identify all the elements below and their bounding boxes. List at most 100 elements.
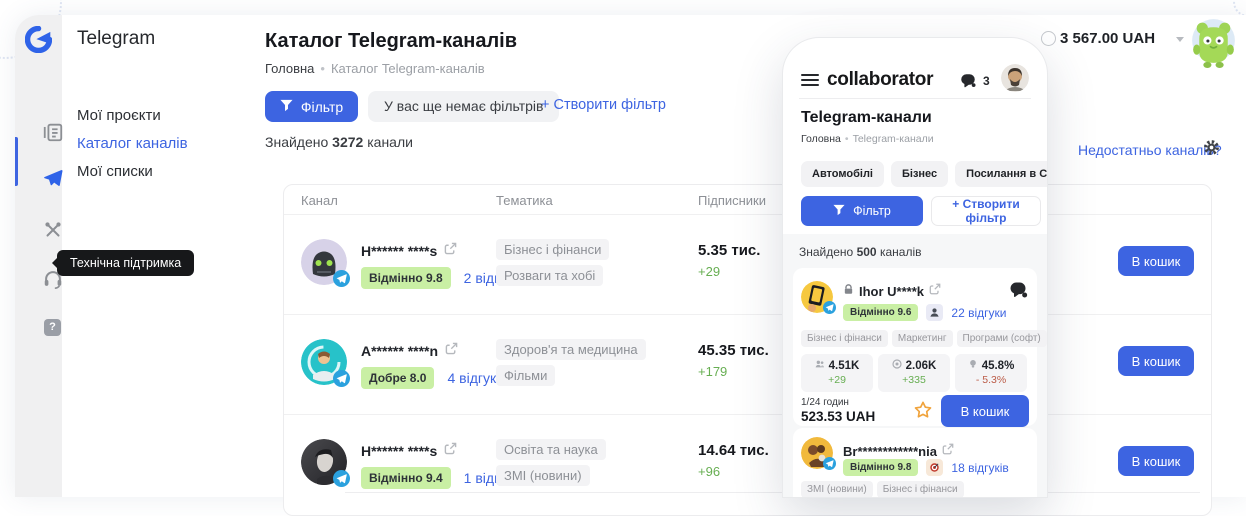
lock-icon — [843, 282, 854, 300]
phone-page-title: Telegram-канали — [801, 109, 932, 127]
mascot-avatar[interactable] — [1186, 14, 1241, 69]
found-count: 3272 — [332, 134, 363, 150]
topic-tag: ЗМІ (новини) — [801, 481, 873, 497]
dartboard-icon — [926, 459, 943, 476]
reviews-link[interactable]: 22 відгуки — [951, 306, 1006, 320]
column-channel: Канал — [301, 193, 338, 208]
telegram-badge-icon — [823, 457, 836, 470]
topic-tag: Розваги та хобі — [496, 265, 603, 286]
found-count-text: Знайдено 3272 канали — [265, 134, 413, 150]
telegram-badge-icon — [823, 301, 836, 314]
chip-business[interactable]: Бізнес — [891, 161, 948, 187]
phone-results-section: Знайдено 500 каналів Ihor U****k Відмінн… — [783, 234, 1047, 497]
column-topic: Тематика — [496, 193, 553, 208]
support-tooltip: Технічна підтримка — [57, 250, 194, 276]
user-avatar[interactable] — [1001, 64, 1029, 92]
rating-badge: Відмінно 9.8 — [361, 267, 451, 289]
subscribers-growth: +179 — [698, 364, 727, 379]
channels-table: Канал Тематика Підписники H****** ****s … — [283, 184, 1212, 516]
rating-badge: Добре 8.0 — [361, 367, 434, 389]
phone-mockup: collaborator 3 Telegram-канали Головна•T… — [783, 38, 1047, 497]
coin-icon — [1041, 31, 1056, 46]
add-to-cart-button[interactable]: В кошик — [941, 395, 1029, 427]
bulb-icon — [968, 359, 978, 372]
topic-tag: Бізнес і фінанси — [877, 481, 964, 497]
add-to-cart-button[interactable]: В кошик — [1118, 346, 1194, 376]
caret-down-icon[interactable] — [1176, 37, 1184, 42]
subscribers-value: 45.35 тис. — [698, 342, 769, 359]
table-row[interactable]: H****** ****s Відмінно 9.4 1 відгук Осві… — [284, 414, 1211, 514]
placement-period: 1/24 годин — [801, 397, 849, 408]
phone-filter-button[interactable]: Фільтр — [801, 196, 923, 226]
breadcrumb: Головна•Каталог Telegram-каналів — [265, 61, 485, 76]
gear-icon[interactable] — [1203, 139, 1220, 156]
eye-icon — [892, 359, 902, 372]
tools-icon[interactable] — [42, 219, 64, 241]
breadcrumb-current: Каталог Telegram-каналів — [331, 61, 485, 76]
chat-icon[interactable] — [959, 72, 977, 90]
channel-card[interactable]: Ihor U****k Відмінно 9.6 22 відгуки Бізн… — [793, 268, 1037, 426]
channel-name[interactable]: Ihor U****k — [859, 284, 924, 299]
projects-icon[interactable] — [42, 121, 64, 143]
sidebar-item-projects[interactable]: Мої проєкти — [77, 107, 161, 124]
rating-badge: Відмінно 9.8 — [843, 459, 918, 476]
phone-create-filter-button[interactable]: + Створити фільтр — [931, 196, 1041, 226]
help-question-icon[interactable]: ? — [44, 319, 61, 336]
collaborator-logo-icon[interactable] — [25, 26, 52, 53]
phone-breadcrumb: Головна•Telegram-канали — [801, 133, 934, 145]
channel-name[interactable]: H****** ****s — [361, 243, 437, 259]
channel-name[interactable]: H****** ****s — [361, 443, 437, 459]
not-enough-channels-link[interactable]: Недостатньо каналів? — [1078, 142, 1222, 158]
topic-tag: Маркетинг — [892, 330, 953, 347]
active-nav-indicator — [15, 137, 18, 186]
external-link-icon[interactable] — [444, 242, 457, 260]
subscribers-value: 14.64 тис. — [698, 442, 769, 459]
telegram-catalog-icon[interactable] — [42, 167, 64, 189]
stat-err: 45.8% - 5.3% — [955, 354, 1027, 392]
funnel-icon — [833, 204, 845, 219]
add-to-cart-button[interactable]: В кошик — [1118, 246, 1194, 276]
table-row[interactable]: H****** ****s Відмінно 9.8 2 відгуки Біз… — [284, 215, 1211, 314]
topic-tag: Програми (софт) — [957, 330, 1047, 347]
channel-name[interactable]: Br************nia — [843, 444, 937, 459]
external-link-icon[interactable] — [942, 442, 954, 460]
external-link-icon[interactable] — [445, 342, 458, 360]
sidebar-item-lists[interactable]: Мої списки — [77, 163, 153, 180]
page-title: Каталог Telegram-каналів — [265, 30, 517, 53]
menu-icon[interactable] — [801, 74, 819, 86]
person-badge-icon — [926, 304, 943, 321]
people-icon — [815, 359, 825, 372]
external-link-icon[interactable] — [929, 282, 941, 300]
external-link-icon[interactable] — [444, 442, 457, 460]
subscribers-value: 5.35 тис. — [698, 242, 760, 259]
topic-tag: Освіта та наука — [496, 439, 606, 460]
topic-chips: Автомобілі Бізнес Посилання в США — [801, 161, 1047, 187]
channel-stats: 4.51K +29 2.06K +335 45.8% - 5.3% — [801, 354, 1027, 392]
favorite-star-icon[interactable] — [913, 400, 933, 420]
breadcrumb-home[interactable]: Головна — [265, 61, 314, 76]
table-row[interactable]: A****** ****n Добре 8.0 4 відгуки Здоров… — [284, 314, 1211, 414]
divider — [799, 98, 1031, 99]
product-label: Telegram — [77, 28, 155, 50]
stat-views: 2.06K +335 — [878, 354, 950, 392]
channel-card[interactable]: Br************nia Відмінно 9.8 18 відгук… — [793, 428, 1037, 497]
channel-name[interactable]: A****** ****n — [361, 343, 438, 359]
topic-tag: Бізнес і фінанси — [801, 330, 888, 347]
subscribers-growth: +96 — [698, 464, 720, 479]
rating-badge: Відмінно 9.4 — [361, 467, 451, 489]
balance-amount[interactable]: 3 567.00 UAH — [1060, 30, 1155, 47]
placement-price: 523.53 UAH — [801, 409, 875, 424]
filter-button[interactable]: Фільтр — [265, 91, 358, 122]
chat-bubbles-icon[interactable] — [1008, 280, 1028, 305]
reviews-link[interactable]: 18 відгуків — [951, 461, 1008, 475]
create-filter-link[interactable]: + Створити фільтр — [541, 97, 666, 113]
icon-rail: ? — [15, 15, 62, 497]
phone-found-text: Знайдено 500 каналів — [799, 245, 921, 259]
topic-tag: Бізнес і фінанси — [496, 239, 609, 260]
add-to-cart-button[interactable]: В кошик — [1118, 446, 1194, 476]
chip-usa-links[interactable]: Посилання в США — [955, 161, 1047, 187]
sidebar-item-catalog[interactable]: Каталог каналів — [77, 135, 188, 152]
chip-auto[interactable]: Автомобілі — [801, 161, 884, 187]
subscribers-growth: +29 — [698, 264, 720, 279]
table-header: Канал Тематика Підписники — [284, 185, 1211, 215]
